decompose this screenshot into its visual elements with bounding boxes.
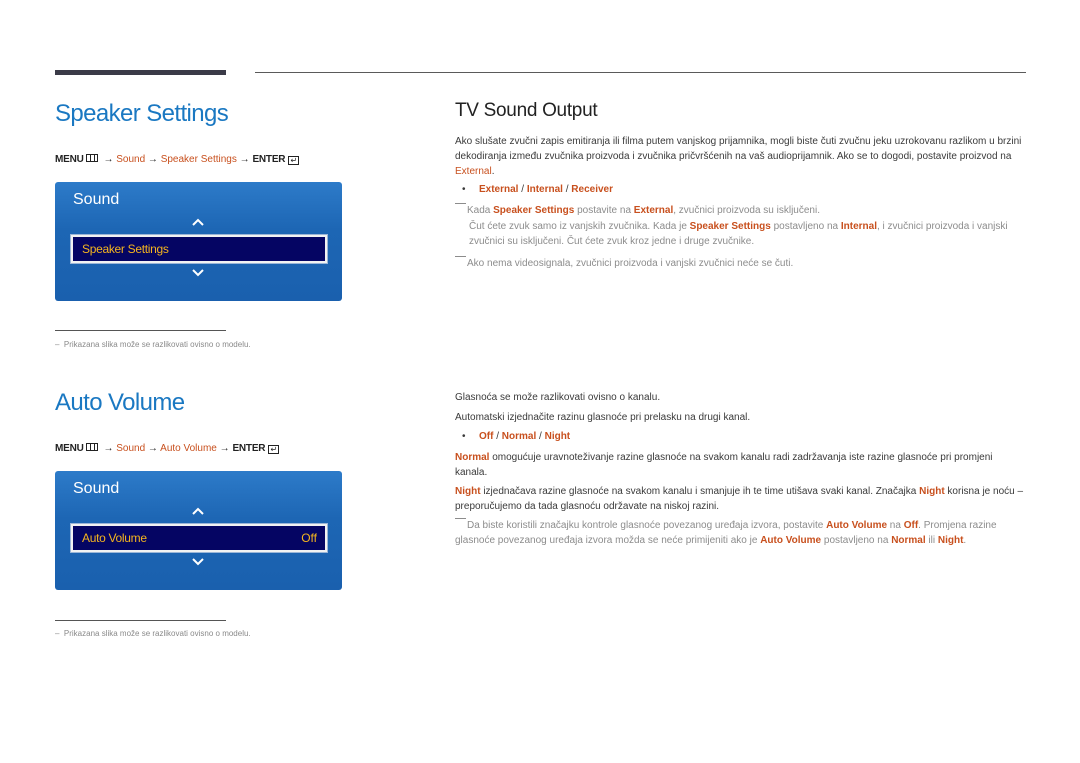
path-step-auto-volume: Auto Volume [160,443,217,454]
osd-item-value: Off [301,531,317,545]
osd-title: Sound [73,480,120,497]
header-rule-thick [55,70,226,75]
osd-item-label: Auto Volume [82,531,147,545]
arrow-icon: → [147,154,158,165]
auto-volume-options-bullet: • Off / Normal / Night [462,431,571,442]
normal-highlight: Normal [455,452,490,463]
osd-item-auto-volume[interactable]: Auto Volume Off [70,523,328,553]
sound-osd-speaker-settings: Sound Speaker Settings [55,182,342,301]
header-rule-thin [255,72,1026,73]
speaker-settings-menu-path: MENU → Sound → Speaker Settings → ENTER ↵ [55,154,300,165]
tv-sound-note-1b: Čut ćete zvuk samo iz vanjskih zvučnika.… [455,219,1025,249]
option-internal: Internal [526,184,563,195]
osd-title: Sound [73,191,120,208]
night-highlight: Night [919,486,945,497]
path-step-speaker-settings: Speaker Settings [160,154,237,165]
note-highlight: Auto Volume [760,535,822,546]
auto-volume-menu-path: MENU → Sound → Auto Volume → ENTER ↵ [55,443,280,454]
footnote-text: Prikazana slika može se razlikovati ovis… [63,629,251,638]
auto-volume-desc-2: Automatski izjednačite razinu glasnoće p… [455,412,751,423]
chevron-down-icon[interactable] [191,555,205,569]
arrow-icon: → [147,443,158,454]
intro-highlight: External [455,166,492,177]
intro-text: Ako slušate zvučni zapis emitiranja ili … [455,136,1022,162]
auto-volume-note: Da biste koristili značajku kontrole gla… [455,518,1025,548]
option-normal: Normal [501,431,537,442]
option-night: Night [544,431,571,442]
path-step-sound: Sound [116,154,146,165]
arrow-icon: → [239,154,250,165]
note-highlight: Internal [840,221,877,232]
note-text: ili [925,535,938,546]
speaker-options-bullet: • External / Internal / Receiver [462,184,613,195]
bullet-dot: • [462,431,466,442]
note-text: postavite na [574,205,634,216]
note-text: Ako nema videosignala, zvučnici proizvod… [467,258,794,269]
note-dash-icon [455,203,466,204]
enter-label: ENTER [252,154,286,165]
option-receiver: Receiver [571,184,613,195]
path-step-sound: Sound [116,443,146,454]
note-dash-icon [455,256,466,257]
auto-volume-title: Auto Volume [55,389,185,416]
note-highlight: Auto Volume [826,520,888,531]
menu-icon [85,154,98,162]
menu-icon [85,443,98,451]
footnote-text: Prikazana slika može se razlikovati ovis… [63,340,251,349]
speaker-settings-title: Speaker Settings [55,100,229,127]
tv-sound-note-2: Ako nema videosignala, zvučnici proizvod… [455,256,1025,271]
chevron-down-icon[interactable] [191,266,205,280]
arrow-icon: → [219,443,230,454]
enter-label: ENTER [232,443,266,454]
night-highlight: Night [455,486,481,497]
footnote: – Prikazana slika može se razlikovati ov… [55,629,251,638]
note-text: na [887,520,904,531]
arrow-icon: → [103,154,114,165]
menu-label: MENU [55,443,84,454]
osd-item-speaker-settings[interactable]: Speaker Settings [70,234,328,264]
enter-icon: ↵ [268,445,280,454]
arrow-icon: → [103,443,114,454]
note-text: , zvučnici proizvoda su isključeni. [673,205,820,216]
chevron-up-icon[interactable] [191,504,205,518]
note-text: postavljeno na [821,535,892,546]
note-highlight: External [633,205,674,216]
sound-osd-auto-volume: Sound Auto Volume Off [55,471,342,590]
enter-icon: ↵ [288,156,300,165]
note-text: Kada [467,205,494,216]
option-off: Off [479,431,494,442]
note-highlight: Normal [891,535,926,546]
note-text: postavljeno na [770,221,841,232]
auto-volume-night-desc: Night izjednačava razine glasnoće na sva… [455,484,1025,514]
normal-text: omogućuje uravnoteživanje razine glasnoć… [455,452,993,478]
intro-end: . [491,166,495,177]
chevron-up-icon[interactable] [191,215,205,229]
night-text: izjednačava razine glasnoće na svakom ka… [480,486,920,497]
footnote: – Prikazana slika može se razlikovati ov… [55,340,251,349]
auto-volume-normal-desc: Normal omogućuje uravnoteživanje razine … [455,450,1025,480]
tv-sound-output-title: TV Sound Output [455,100,598,121]
note-highlight: Night [937,535,964,546]
note-text: Da biste koristili značajku kontrole gla… [467,520,827,531]
auto-volume-desc-1: Glasnoća se može razlikovati ovisno o ka… [455,392,661,403]
note-highlight: Speaker Settings [689,221,771,232]
option-external: External [479,184,519,195]
tv-sound-output-intro: Ako slušate zvučni zapis emitiranja ili … [455,134,1025,179]
menu-label: MENU [55,154,84,165]
note-text: . [963,535,967,546]
osd-item-label: Speaker Settings [82,242,169,256]
footnote-rule [55,620,226,621]
note-text: Čut ćete zvuk samo iz vanjskih zvučnika.… [469,221,690,232]
note-highlight: Speaker Settings [493,205,575,216]
tv-sound-note-1: Kada Speaker Settings postavite na Exter… [455,203,1025,218]
note-dash-icon [455,518,466,519]
footnote-rule [55,330,226,331]
bullet-dot: • [462,184,466,195]
note-highlight: Off [903,520,919,531]
